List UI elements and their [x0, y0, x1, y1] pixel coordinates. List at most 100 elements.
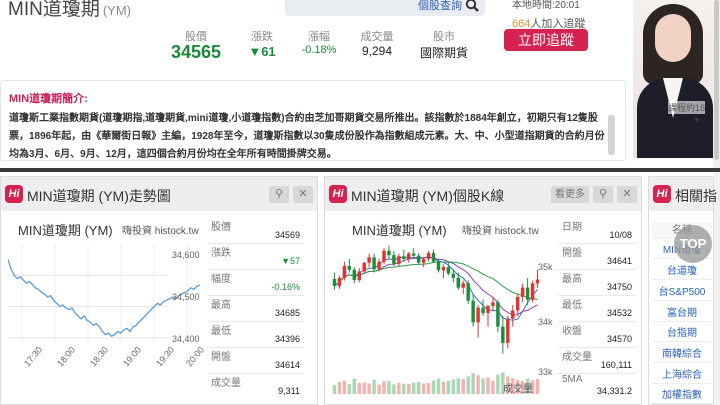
related-item[interactable]: 台S&P500	[652, 284, 712, 301]
page-scrollbar-thumb[interactable]	[714, 0, 719, 160]
track-button[interactable]: 立即追蹤	[504, 29, 588, 51]
related-item[interactable]: 加權指數	[652, 387, 712, 404]
quote-percent: 漲幅 -0.18%	[296, 28, 342, 56]
trend-stat-label: 最高	[211, 300, 231, 311]
candle-body	[387, 250, 391, 256]
section-divider	[0, 168, 720, 172]
back-to-top-button[interactable]: TOP	[674, 225, 712, 263]
candle-body	[441, 267, 446, 271]
trend-stat-value: 34569	[274, 230, 300, 240]
kline-stat-label: 最高	[562, 274, 582, 285]
kline-stat-label: 收盤	[562, 326, 582, 337]
trend-stat-label: 最低	[211, 326, 231, 337]
candle-body	[535, 279, 540, 284]
ad-text-plus: +	[694, 115, 700, 125]
histock-logo-icon: Hi	[329, 185, 347, 203]
kline-volume-label: 成交量	[503, 384, 533, 395]
more-button[interactable]: 看更多	[551, 186, 589, 203]
search-icon	[465, 0, 479, 12]
candle-body	[431, 253, 436, 262]
kline-stat-value: 34570	[606, 334, 632, 344]
candle-body	[530, 283, 535, 300]
volume-bar	[431, 380, 436, 394]
candle-body	[372, 257, 376, 270]
candle-body	[382, 250, 386, 262]
volume-bar	[332, 385, 337, 394]
volume-bar	[362, 382, 366, 394]
candle-body	[486, 306, 490, 314]
histock-logo-icon: Hi	[5, 185, 23, 203]
ad-banner[interactable]	[633, 0, 713, 158]
volume-bar	[382, 381, 386, 394]
local-time: 本地時間:20:01	[512, 0, 580, 11]
volume-bar	[456, 378, 461, 394]
related-item[interactable]: 富台期	[652, 305, 712, 322]
trend-y-tick: 34,400	[172, 334, 200, 344]
volume-bar	[397, 383, 401, 394]
trend-chart-label: MIN道瓊期 (YM)	[18, 223, 113, 238]
candle-body	[407, 253, 411, 259]
volume-bar	[451, 379, 456, 394]
candle-body	[511, 310, 515, 319]
kline-y-tick: 35k	[538, 262, 553, 272]
trend-stat-value: ▼57	[281, 256, 300, 266]
quote-change-label: 漲跌	[251, 31, 273, 43]
close-icon[interactable]: ✕	[293, 186, 313, 203]
trend-panel-header: Hi MIN道瓊期 (YM)走勢圖 ⚲ ✕	[1, 177, 317, 211]
kline-stat-label: 5MA	[562, 374, 583, 385]
trend-y-tick: 34,600	[172, 250, 200, 260]
volume-bar	[407, 383, 411, 394]
trend-stat-label: 成交量	[211, 378, 241, 389]
candle-body	[367, 257, 371, 263]
ad-person-face	[655, 14, 691, 62]
quote-market: 股市 國際期貨	[416, 28, 472, 61]
kline-chart-label: MIN道瓊期 (YM)	[352, 223, 447, 238]
candle-body	[515, 296, 520, 311]
candle-body	[476, 307, 480, 323]
kline-stat-value: 160,111	[600, 360, 632, 370]
kline-stat-value: 10/08	[609, 230, 632, 240]
related-item[interactable]: 台指期	[652, 325, 712, 342]
volume-bar	[471, 373, 475, 394]
volume-bar	[441, 381, 446, 394]
candle-body	[436, 261, 441, 271]
related-item[interactable]: 台道瓊	[652, 263, 712, 280]
zoom-icon[interactable]: ⚲	[593, 186, 613, 203]
trend-stat-value: 34396	[274, 334, 300, 344]
candle-body	[506, 318, 510, 343]
kline-stat-label: 日期	[562, 222, 582, 233]
quote-price-value: 34565	[170, 42, 222, 62]
volume-bar	[411, 382, 416, 394]
candle-body	[501, 326, 505, 343]
candle-body	[466, 283, 470, 301]
trend-stat-label: 股價	[211, 222, 231, 233]
quote-market-label: 股市	[433, 31, 455, 43]
candle-body	[426, 253, 431, 259]
candle-body	[337, 277, 342, 287]
candle-body	[491, 302, 495, 307]
instrument-symbol: (YM)	[102, 3, 131, 18]
candle-body	[377, 261, 381, 270]
search-button[interactable]: 個股查詢	[418, 0, 479, 13]
volume-bar	[496, 374, 500, 394]
trend-stat-value: 9,311	[278, 386, 300, 396]
candle-body	[456, 277, 461, 288]
kline-panel-header: Hi MIN道瓊期 (YM)個股K線 看更多 ⚲ ✕	[325, 177, 641, 211]
volume-bar	[372, 379, 376, 394]
volume-bar	[426, 383, 431, 394]
candle-body	[471, 300, 475, 323]
zoom-icon[interactable]: ⚲	[269, 186, 289, 203]
candle-body	[461, 283, 465, 288]
intro-scrollbar[interactable]	[608, 115, 615, 155]
quote-volume: 成交量 9,294	[354, 28, 400, 58]
instrument-name: MIN道瓊期	[8, 0, 100, 20]
kline-stat-value: 34,331.2	[596, 386, 632, 396]
close-icon[interactable]: ✕	[617, 186, 637, 203]
related-panel-header: Hi 相關指	[649, 177, 717, 211]
related-item[interactable]: 南韓綜合	[652, 346, 712, 363]
intro-box: MIN道瓊期簡介: 道瓊斯工業指數期貨(道瓊期指,道瓊期貨,mini道瓊,小道瓊…	[0, 80, 626, 161]
related-item[interactable]: 上海綜合	[652, 367, 712, 384]
related-panel-title: 相關指	[675, 188, 717, 204]
volume-bar	[387, 380, 391, 394]
volume-bar	[421, 383, 426, 394]
